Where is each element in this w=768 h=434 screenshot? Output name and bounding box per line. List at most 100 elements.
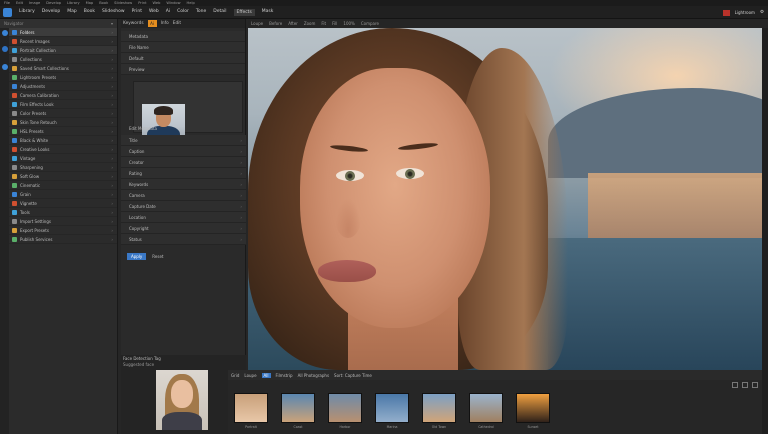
- chevron-right-icon[interactable]: ›: [111, 75, 113, 80]
- menu-item[interactable]: Slideshow: [114, 1, 132, 5]
- left-panel-item[interactable]: Soft Glow ›: [0, 172, 117, 181]
- gear-icon[interactable]: ⚙: [760, 10, 764, 15]
- chevron-right-icon[interactable]: ›: [111, 111, 113, 116]
- tab-filmstrip[interactable]: Filmstrip: [276, 373, 293, 378]
- metadata-field[interactable]: Caption ›: [121, 146, 246, 157]
- record-icon[interactable]: [722, 9, 730, 16]
- chevron-right-icon[interactable]: ›: [240, 138, 242, 143]
- tab-grid[interactable]: Grid: [231, 373, 239, 378]
- cloud-icon[interactable]: [1, 46, 8, 52]
- chevron-right-icon[interactable]: ›: [111, 192, 113, 197]
- left-panel-item[interactable]: Recent Images ›: [0, 37, 117, 46]
- chevron-right-icon[interactable]: ›: [111, 147, 113, 152]
- chevron-right-icon[interactable]: ›: [111, 30, 113, 35]
- filmstrip-thumbnail[interactable]: [469, 393, 503, 423]
- left-panel-item[interactable]: Grain ›: [0, 190, 117, 199]
- view-option[interactable]: Zoom: [304, 21, 316, 26]
- chevron-right-icon[interactable]: ›: [240, 226, 242, 231]
- metadata-field[interactable]: Status ›: [121, 234, 246, 245]
- chevron-right-icon[interactable]: ›: [240, 215, 242, 220]
- chevron-right-icon[interactable]: ›: [240, 182, 242, 187]
- metadata-field[interactable]: Keywords ›: [121, 179, 246, 190]
- compare-icon[interactable]: [742, 382, 748, 388]
- module-tab[interactable]: Library: [19, 9, 35, 16]
- chevron-right-icon[interactable]: ›: [111, 129, 113, 134]
- chevron-right-icon[interactable]: ›: [111, 165, 113, 170]
- view-option[interactable]: Fit: [321, 21, 326, 26]
- menu-item[interactable]: Edit: [16, 1, 23, 5]
- collapse-icon[interactable]: ▾: [111, 21, 113, 26]
- module-tab[interactable]: Develop: [42, 9, 61, 16]
- module-tab[interactable]: Color: [177, 9, 189, 16]
- menu-item[interactable]: Image: [29, 1, 40, 5]
- left-panel-item[interactable]: Tools ›: [0, 208, 117, 217]
- menu-item[interactable]: Map: [86, 1, 94, 5]
- chevron-right-icon[interactable]: ›: [240, 237, 242, 242]
- module-tab[interactable]: Tone: [196, 9, 206, 16]
- left-panel-item[interactable]: Sharpening ›: [0, 163, 117, 172]
- chevron-right-icon[interactable]: ›: [240, 171, 242, 176]
- menu-item[interactable]: Window: [166, 1, 180, 5]
- left-panel-item[interactable]: Color Presets ›: [0, 109, 117, 118]
- metadata-field[interactable]: Creator ›: [121, 157, 246, 168]
- chevron-right-icon[interactable]: ›: [111, 156, 113, 161]
- view-option[interactable]: Loupe: [251, 21, 263, 26]
- metadata-field[interactable]: Copyright ›: [121, 223, 246, 234]
- survey-icon[interactable]: [752, 382, 758, 388]
- left-panel-item[interactable]: Cinematic ›: [0, 181, 117, 190]
- metadata-row[interactable]: File Name: [121, 42, 245, 53]
- left-panel-item[interactable]: Saved Smart Collections ›: [0, 64, 117, 73]
- reset-button[interactable]: Reset: [152, 254, 163, 259]
- metadata-row[interactable]: Default: [121, 53, 245, 64]
- chevron-right-icon[interactable]: ›: [111, 120, 113, 125]
- left-panel-item[interactable]: Portrait Collection ›: [0, 46, 117, 55]
- grid-view-icon[interactable]: [732, 382, 738, 388]
- chevron-right-icon[interactable]: ›: [111, 228, 113, 233]
- menu-item[interactable]: Print: [138, 1, 146, 5]
- metadata-field[interactable]: Camera ›: [121, 190, 246, 201]
- left-panel-item[interactable]: Folders ›: [0, 28, 117, 37]
- tab-edit[interactable]: Edit: [173, 21, 181, 26]
- module-tab[interactable]: Print: [132, 9, 142, 16]
- chevron-right-icon[interactable]: ›: [111, 39, 113, 44]
- view-option[interactable]: Fill: [332, 21, 337, 26]
- metadata-field[interactable]: Capture Date ›: [121, 201, 246, 212]
- sort-label[interactable]: Sort: Capture Time: [334, 373, 372, 378]
- menu-item[interactable]: Book: [99, 1, 108, 5]
- filter-all-button[interactable]: All: [261, 372, 271, 378]
- tab-info[interactable]: Info: [161, 21, 169, 26]
- left-panel-item[interactable]: Collections ›: [0, 55, 117, 64]
- chevron-right-icon[interactable]: ›: [111, 66, 113, 71]
- left-panel-item[interactable]: Film Effects Look ›: [0, 100, 117, 109]
- tab-loupe[interactable]: Loupe: [244, 373, 256, 378]
- filmstrip-thumbnail[interactable]: [328, 393, 362, 423]
- menu-item[interactable]: Web: [153, 1, 161, 5]
- menu-item[interactable]: Help: [187, 1, 195, 5]
- chevron-right-icon[interactable]: ›: [111, 219, 113, 224]
- chevron-right-icon[interactable]: ›: [111, 48, 113, 53]
- left-panel-item[interactable]: Black & White ›: [0, 136, 117, 145]
- chevron-right-icon[interactable]: ›: [111, 84, 113, 89]
- metadata-row[interactable]: Metadata: [121, 31, 245, 42]
- module-tab[interactable]: Mask: [262, 9, 274, 16]
- view-option[interactable]: Before: [269, 21, 282, 26]
- left-panel-item[interactable]: Import Settings ›: [0, 217, 117, 226]
- metadata-field[interactable]: Title ›: [121, 135, 246, 146]
- chevron-right-icon[interactable]: ›: [111, 93, 113, 98]
- chevron-right-icon[interactable]: ›: [111, 174, 113, 179]
- left-panel-item[interactable]: Vignette ›: [0, 199, 117, 208]
- tab-keywords[interactable]: Keywords: [123, 21, 144, 26]
- chevron-right-icon[interactable]: ›: [240, 160, 242, 165]
- right-scrollbar[interactable]: [762, 28, 768, 434]
- chevron-right-icon[interactable]: ›: [111, 138, 113, 143]
- module-tab[interactable]: Ai: [166, 9, 170, 16]
- chevron-right-icon[interactable]: ›: [111, 102, 113, 107]
- face-thumbnail[interactable]: [156, 370, 208, 430]
- module-tab[interactable]: Map: [67, 9, 77, 16]
- metadata-field[interactable]: Rating ›: [121, 168, 246, 179]
- filmstrip-thumbnail[interactable]: [375, 393, 409, 423]
- chevron-right-icon[interactable]: ›: [111, 237, 113, 242]
- left-panel-item[interactable]: Publish Services ›: [0, 235, 117, 244]
- filmstrip-thumbnail[interactable]: [281, 393, 315, 423]
- left-panel-item[interactable]: Export Presets ›: [0, 226, 117, 235]
